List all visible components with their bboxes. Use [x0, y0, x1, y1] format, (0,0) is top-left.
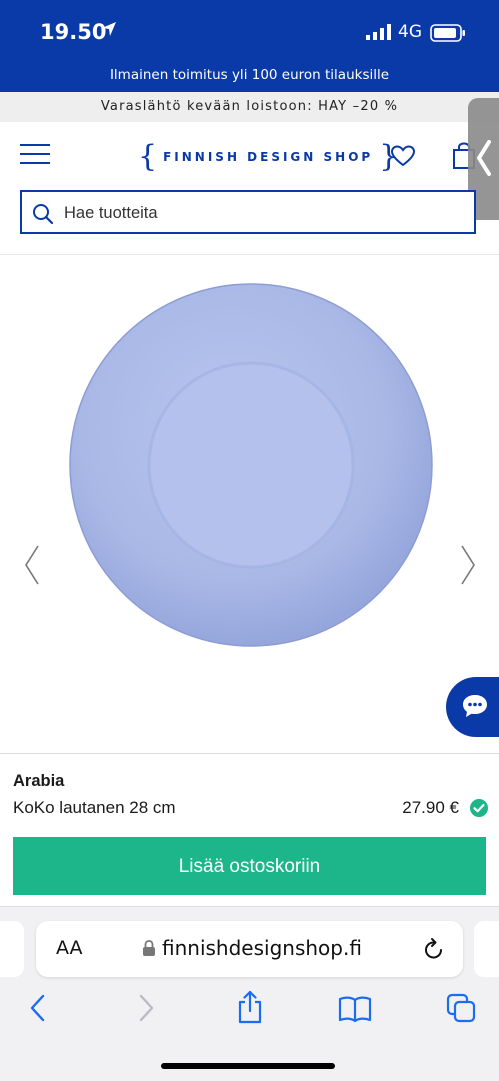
search-input[interactable]	[62, 200, 466, 226]
chat-bubble-icon	[463, 695, 487, 717]
location-arrow-icon	[102, 22, 116, 36]
menu-button[interactable]	[20, 144, 50, 168]
add-to-cart-button[interactable]: Lisää ostoskoriin	[13, 837, 486, 895]
battery-icon	[430, 24, 465, 42]
product-brand[interactable]: Arabia	[13, 772, 64, 791]
search-icon	[33, 204, 54, 225]
divider	[0, 753, 499, 754]
text-size-button[interactable]: AA	[56, 937, 83, 959]
in-stock-check-icon	[470, 799, 488, 817]
chat-button[interactable]	[446, 677, 499, 737]
previous-image-arrow[interactable]	[22, 544, 42, 586]
back-icon[interactable]	[28, 993, 48, 1023]
promo-bar: Ilmainen toimitus yli 100 euron tilauksi…	[0, 64, 499, 92]
network-type: 4G	[398, 22, 422, 42]
site-header: { FINNISH DESIGN SHOP }	[0, 122, 499, 190]
bookmarks-icon[interactable]	[338, 995, 372, 1023]
address-bar[interactable]: AA finnishdesignshop.fi	[36, 921, 463, 977]
reload-icon[interactable]	[423, 937, 445, 961]
url-text[interactable]: finnishdesignshop.fi	[162, 936, 362, 960]
divider	[0, 254, 499, 255]
lock-icon	[143, 940, 155, 956]
browser-chrome: AA finnishdesignshop.fi	[0, 906, 499, 1081]
signal-icon	[366, 24, 391, 40]
product-image-plate[interactable]	[68, 282, 434, 648]
status-time: 19.50	[40, 20, 107, 44]
product-name: KoKo lautanen 28 cm	[13, 798, 176, 817]
home-indicator	[161, 1063, 335, 1069]
site-logo[interactable]: { FINNISH DESIGN SHOP }	[138, 140, 398, 174]
tabs-icon[interactable]	[446, 993, 476, 1023]
announcement-bar[interactable]: Varaslähtö kevään loistoon: HAY –20 %	[0, 92, 499, 122]
chevron-left-icon	[477, 140, 491, 176]
next-tab-preview[interactable]	[474, 921, 499, 977]
forward-icon[interactable]	[136, 993, 156, 1023]
logo-brace-left: {	[138, 139, 158, 174]
share-icon[interactable]	[236, 989, 264, 1025]
logo-text: FINNISH DESIGN SHOP	[163, 150, 374, 164]
heart-icon[interactable]	[390, 144, 416, 168]
status-bar: 19.50 4G	[0, 0, 499, 64]
search-box[interactable]	[20, 190, 476, 234]
next-image-arrow[interactable]	[458, 544, 478, 586]
product-price: 27.90 €	[402, 798, 459, 817]
previous-tab-preview[interactable]	[0, 921, 24, 977]
